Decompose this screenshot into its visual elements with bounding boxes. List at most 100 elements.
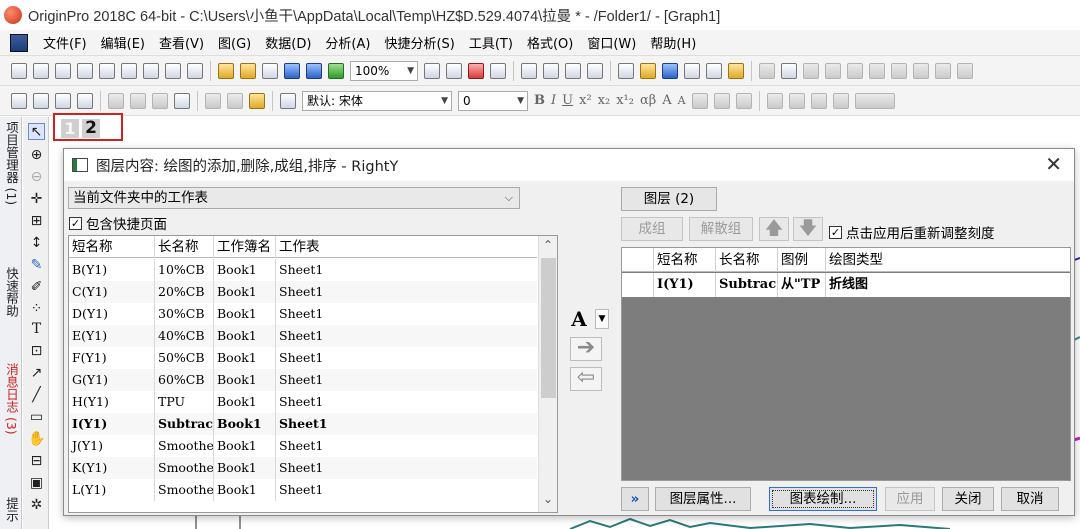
region-icon[interactable]: ⊟ bbox=[28, 453, 45, 470]
hand-icon[interactable]: ✋ bbox=[28, 431, 45, 448]
gear-icon[interactable]: ✲ bbox=[28, 497, 45, 514]
expand-button[interactable]: » bbox=[621, 487, 649, 511]
scatter-icon[interactable]: ⁘ bbox=[28, 301, 45, 318]
recalculate-icon[interactable] bbox=[328, 62, 344, 79]
paste-icon[interactable] bbox=[249, 92, 265, 109]
column-z-icon[interactable] bbox=[152, 92, 168, 109]
worksheet-move-icon[interactable] bbox=[55, 92, 71, 109]
quick-help-tab[interactable]: 快速帮助 bbox=[3, 267, 19, 317]
table-row[interactable]: E(Y1) 40%CB Book1 Sheet1 bbox=[69, 325, 537, 347]
table-row[interactable]: D(Y1) 30%CB Book1 Sheet1 bbox=[69, 303, 537, 325]
row-selector[interactable] bbox=[622, 273, 654, 297]
command-window-icon[interactable] bbox=[565, 62, 581, 79]
column-header-legend[interactable]: 图例 bbox=[778, 248, 826, 272]
print-icon[interactable] bbox=[424, 62, 440, 79]
new-folder-icon[interactable] bbox=[33, 62, 49, 79]
worksheet-add-column-icon[interactable] bbox=[33, 92, 49, 109]
add-layer-icon[interactable] bbox=[759, 62, 775, 79]
clear-filter-icon[interactable] bbox=[935, 62, 951, 79]
text-tool-icon[interactable] bbox=[280, 92, 296, 109]
layer-properties-button[interactable]: 图层属性... bbox=[655, 487, 751, 511]
hint-tab[interactable]: 提示 bbox=[3, 497, 19, 522]
align-icon[interactable] bbox=[691, 92, 708, 109]
bold-button[interactable]: B bbox=[534, 93, 545, 108]
new-excel-icon[interactable] bbox=[187, 62, 203, 79]
new-function-icon[interactable] bbox=[121, 62, 137, 79]
new-layout-icon[interactable] bbox=[165, 62, 181, 79]
menu-data[interactable]: 数据(D) bbox=[258, 33, 318, 52]
worksheet-label-icon[interactable] bbox=[77, 92, 93, 109]
open-icon[interactable] bbox=[218, 62, 234, 79]
font-size-select[interactable]: 0 ▼ bbox=[458, 90, 528, 111]
column-y-icon[interactable] bbox=[130, 92, 146, 109]
data-source-select[interactable]: 当前文件夹中的工作表 ⌵ bbox=[68, 187, 520, 209]
zoom-select[interactable]: 100% ▼ bbox=[350, 60, 418, 81]
layer-tab-1[interactable]: 1 bbox=[61, 119, 79, 138]
object-manager-icon[interactable] bbox=[662, 62, 678, 79]
column-header-sheet[interactable]: 工作表 bbox=[276, 236, 537, 258]
apply-button[interactable]: 应用 bbox=[885, 487, 935, 511]
stacked-chart-icon[interactable] bbox=[891, 62, 907, 79]
tree-icon[interactable] bbox=[587, 62, 603, 79]
table-row[interactable]: G(Y1) 60%CB Book1 Sheet1 bbox=[69, 369, 537, 391]
sum-icon[interactable] bbox=[781, 62, 797, 79]
network-icon[interactable] bbox=[618, 62, 634, 79]
menu-tools[interactable]: 工具(T) bbox=[462, 33, 520, 52]
column-header-long-name[interactable]: 长名称 bbox=[716, 248, 778, 272]
rectangle-icon[interactable]: ▭ bbox=[28, 409, 45, 426]
worksheet-list-scrollbar[interactable]: ⌃ ⌄ bbox=[538, 236, 557, 512]
data-selector-icon[interactable]: ↕ bbox=[28, 235, 45, 252]
superscript-button[interactable]: x² bbox=[579, 93, 592, 108]
remove-plot-button[interactable]: ⇦ bbox=[570, 367, 602, 391]
new-graph-icon[interactable] bbox=[77, 62, 93, 79]
screen-reader-icon[interactable]: ✛ bbox=[28, 191, 45, 208]
font-name-select[interactable]: 默认: 宋体 ▼ bbox=[302, 90, 452, 111]
plot-setup-button[interactable]: 图表绘制... bbox=[769, 487, 877, 511]
new-workbook-icon[interactable] bbox=[55, 62, 71, 79]
menu-gadgets[interactable]: 快捷分析(S) bbox=[377, 33, 461, 52]
add-plot-button[interactable]: ➔ bbox=[570, 337, 602, 361]
save-project-icon[interactable] bbox=[284, 62, 300, 79]
column-header-book-name[interactable]: 工作簿名 bbox=[214, 236, 276, 258]
underline-button[interactable]: U bbox=[562, 93, 573, 108]
table-row[interactable]: F(Y1) 50%CB Book1 Sheet1 bbox=[69, 347, 537, 369]
copy-format-icon[interactable] bbox=[174, 92, 190, 109]
window-menu-icon[interactable] bbox=[10, 33, 28, 52]
table-row[interactable]: K(Y1) Smoothe Book1 Sheet1 bbox=[69, 457, 537, 479]
move-up-button[interactable]: 🡅 bbox=[759, 217, 789, 241]
table-row[interactable]: J(Y1) Smoothe Book1 Sheet1 bbox=[69, 435, 537, 457]
rescale-checkbox[interactable]: ✓ 点击应用后重新调整刻度 bbox=[829, 222, 995, 242]
chevron-down-icon[interactable]: ▼ bbox=[595, 309, 609, 329]
open-template-icon[interactable] bbox=[240, 62, 256, 79]
table-icon[interactable]: ⊡ bbox=[28, 343, 45, 360]
reapply-filter-icon[interactable] bbox=[957, 62, 973, 79]
table-row[interactable]: C(Y1) 20%CB Book1 Sheet1 bbox=[69, 281, 537, 303]
symbol-icon[interactable] bbox=[832, 92, 849, 109]
column-header-short-name[interactable]: 短名称 bbox=[69, 236, 155, 258]
close-icon[interactable]: ✕ bbox=[1045, 154, 1062, 174]
italic-button[interactable]: I bbox=[551, 93, 556, 108]
close-button[interactable]: 关闭 bbox=[942, 487, 994, 511]
include-shortcut-checkbox[interactable]: ✓ 包含快捷页面 bbox=[69, 213, 167, 233]
table-row[interactable]: I(Y1) Subtrac Book1 Sheet1 bbox=[69, 413, 537, 435]
draw-data-icon[interactable]: ✐ bbox=[28, 279, 45, 296]
code-builder-icon[interactable] bbox=[490, 62, 506, 79]
duplicate-icon[interactable] bbox=[468, 62, 484, 79]
menu-graph[interactable]: 图(G) bbox=[211, 33, 258, 52]
layer-tab-2[interactable]: 2 bbox=[82, 119, 100, 138]
line-icon[interactable]: ╱ bbox=[28, 387, 45, 404]
increase-font-button[interactable]: A bbox=[662, 93, 671, 108]
column-stats-icon[interactable] bbox=[803, 62, 819, 79]
line-style-icon[interactable] bbox=[854, 92, 895, 109]
zoom-out-icon[interactable]: ⊖ bbox=[28, 169, 45, 186]
menu-help[interactable]: 帮助(H) bbox=[643, 33, 703, 52]
menu-analysis[interactable]: 分析(A) bbox=[318, 33, 377, 52]
project-explorer-tab[interactable]: 项目管理器 (1) bbox=[3, 121, 19, 205]
scroll-up-icon[interactable]: ⌃ bbox=[543, 238, 553, 252]
column-x-icon[interactable] bbox=[108, 92, 124, 109]
menu-window[interactable]: 窗口(W) bbox=[580, 33, 643, 52]
new-project-icon[interactable] bbox=[11, 62, 27, 79]
worksheet-icon[interactable] bbox=[11, 92, 27, 109]
refresh-icon[interactable] bbox=[446, 62, 462, 79]
decrease-font-button[interactable]: A bbox=[678, 94, 686, 107]
